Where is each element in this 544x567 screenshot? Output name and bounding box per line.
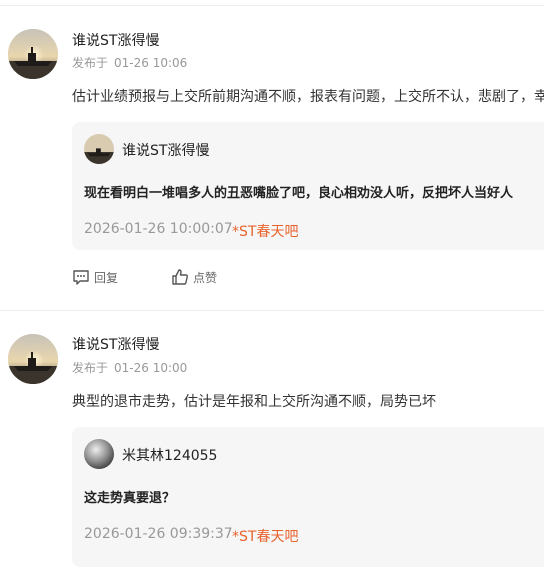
post-item: 谁说ST涨得慢 发布于 01-26 10:06 估计业绩预报与上交所前期沟通不顺，… [0,0,544,310]
quoted-forum-tag[interactable]: *ST春天吧 [232,526,298,546]
post-item: 谁说ST涨得慢 发布于 01-26 10:00 典型的退市走势，估计是年报和上交所… [0,310,544,567]
author-name[interactable]: 谁说ST涨得慢 [72,334,159,354]
comment-icon [72,268,90,286]
post-content: 典型的退市走势，估计是年报和上交所沟通不顺，局势已坏 [72,394,436,410]
publish-time: 01-26 10:06 [114,56,188,70]
quoted-time: 2026-01-26 10:00:07 [84,221,233,237]
quoted-time: 2026-01-26 09:39:37 [84,526,233,542]
publish-prefix: 发布于 [72,361,109,375]
quoted-text: 这走势真要退？ [84,491,176,506]
publish-meta: 发布于 01-26 10:00 [72,359,187,376]
author-name[interactable]: 谁说ST涨得慢 [72,30,159,50]
like-label: 点赞 [193,270,218,285]
reply-button[interactable]: 回复 [72,268,118,286]
quoted-author[interactable]: 谁说ST涨得慢 [122,140,209,160]
post-content: 估计业绩预报与上交所前期沟通不顺，报表有问题，上交所不认，悲剧了，幸 [72,89,544,105]
reply-label: 回复 [94,270,119,285]
publish-time: 01-26 10:00 [114,361,188,375]
avatar[interactable] [8,29,58,79]
quoted-text: 现在看明白一堆唱多人的丑恶嘴脸了吧，良心相劝没人听，反把坏人当好人 [84,186,514,201]
thumbs-up-icon [171,268,189,286]
publish-meta: 发布于 01-26 10:06 [72,54,187,71]
quoted-avatar[interactable] [84,439,114,469]
quoted-forum-tag[interactable]: *ST春天吧 [232,221,298,241]
publish-prefix: 发布于 [72,56,109,70]
quoted-post[interactable]: 米其林124055 这走势真要退？ 2026-01-26 09:39:37 *S… [72,427,544,567]
avatar[interactable] [8,334,58,384]
quoted-avatar[interactable] [84,134,114,164]
quoted-post[interactable]: 谁说ST涨得慢 现在看明白一堆唱多人的丑恶嘴脸了吧，良心相劝没人听，反把坏人当好… [72,122,544,250]
like-button[interactable]: 点赞 [171,268,217,286]
quoted-author[interactable]: 米其林124055 [122,445,217,465]
